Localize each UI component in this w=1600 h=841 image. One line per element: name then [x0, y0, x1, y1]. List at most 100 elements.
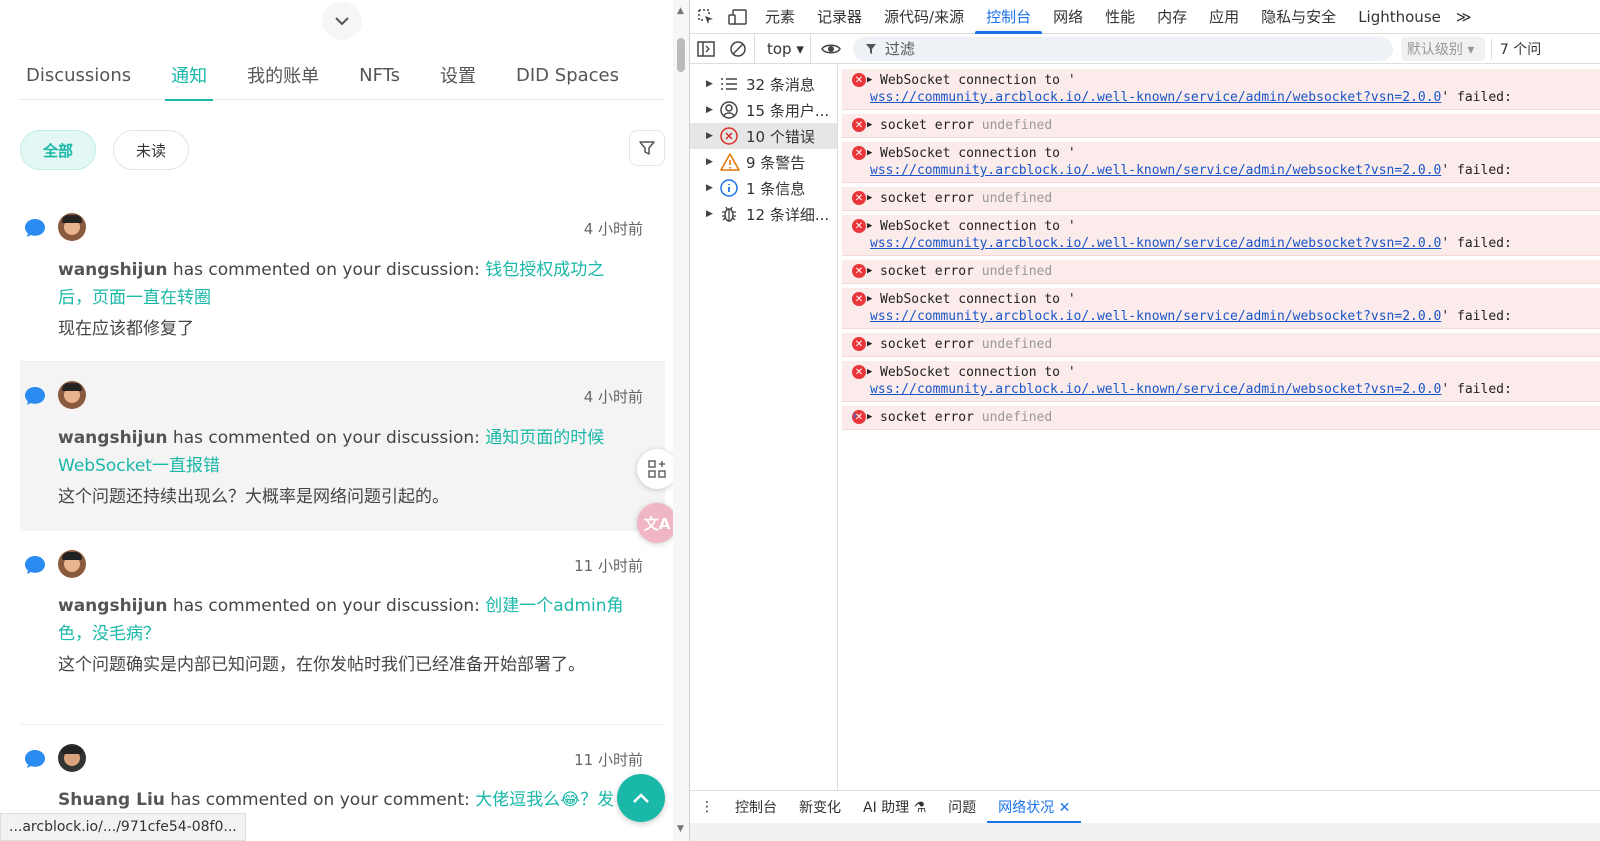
user-icon [720, 101, 738, 119]
comment-text: 现在应该都修复了 [58, 319, 194, 339]
console-filter-input[interactable]: 过滤 [852, 36, 1393, 61]
scroll-up-arrow-icon[interactable]: ▲ [677, 6, 684, 16]
scroll-top-button[interactable] [617, 774, 665, 822]
sidebar-item-messages[interactable]: ▶ 32 条消息 [690, 71, 837, 97]
tab-notifications[interactable]: 通知 [165, 50, 214, 101]
clear-console-button[interactable] [722, 34, 754, 64]
tab-network[interactable]: 网络 [1042, 0, 1094, 34]
user-name[interactable]: wangshijun [58, 596, 168, 616]
apps-button[interactable] [637, 449, 677, 489]
tab-lighthouse[interactable]: Lighthouse [1347, 0, 1452, 34]
expand-arrow-icon[interactable]: ▶ [867, 291, 872, 308]
device-toggle-button[interactable] [722, 0, 754, 34]
collapse-button[interactable] [322, 2, 362, 40]
sidebar-item-info[interactable]: ▶ 1 条信息 [690, 175, 837, 201]
tab-discussions[interactable]: Discussions [20, 50, 137, 100]
filter-unread-button[interactable]: 未读 [113, 130, 189, 170]
drawer-tab-console[interactable]: 控制台 [724, 791, 788, 824]
expand-arrow-icon[interactable]: ▶ [867, 117, 872, 134]
translate-button[interactable]: 文A [637, 503, 677, 543]
clear-icon [730, 40, 746, 57]
tab-settings[interactable]: 设置 [434, 50, 482, 100]
scroll-down-arrow-icon[interactable]: ▼ [677, 824, 684, 834]
ws-url-link[interactable]: wss://community.arcblock.io/.well-known/… [870, 236, 1441, 251]
drawer-tab-network-conditions[interactable]: 网络状况 ✕ [987, 791, 1082, 824]
sidebar-item-verbose[interactable]: ▶ 12 条详细... [690, 201, 837, 227]
expand-arrow-icon[interactable]: ▶ [706, 183, 720, 193]
console-error-message[interactable]: ✕ ▶ socket error undefined [842, 114, 1600, 138]
expand-arrow-icon[interactable]: ▶ [867, 190, 872, 207]
console-error-message[interactable]: ✕ ▶ socket error undefined [842, 187, 1600, 211]
expand-arrow-icon[interactable]: ▶ [706, 209, 720, 219]
console-error-message[interactable]: ✕ ▶ WebSocket connection to ' wss://comm… [842, 142, 1600, 183]
notification-item[interactable]: 11 小时前 wangshijun has commented on your … [20, 531, 665, 725]
expand-arrow-icon[interactable]: ▶ [867, 409, 872, 426]
ws-url-link[interactable]: wss://community.arcblock.io/.well-known/… [870, 309, 1441, 324]
drawer-tabs: ⋮ 控制台 新变化 AI 助理 ⚗ 问题 网络状况 ✕ [690, 790, 1600, 824]
console-error-message[interactable]: ✕ ▶ WebSocket connection to ' wss://comm… [842, 361, 1600, 402]
tab-sources[interactable]: 源代码/来源 [873, 0, 975, 34]
console-error-message[interactable]: ✕ ▶ WebSocket connection to ' wss://comm… [842, 215, 1600, 256]
scrollbar-thumb[interactable] [677, 38, 685, 72]
console-error-message[interactable]: ✕ ▶ socket error undefined [842, 333, 1600, 357]
ws-url-link[interactable]: wss://community.arcblock.io/.well-known/… [870, 90, 1441, 105]
tab-nfts[interactable]: NFTs [353, 50, 406, 100]
user-name[interactable]: Shuang Liu [58, 790, 165, 810]
drawer-menu-icon[interactable]: ⋮ [690, 791, 724, 824]
expand-arrow-icon[interactable]: ▶ [867, 364, 872, 381]
console-error-message[interactable]: ✕ ▶ WebSocket connection to ' wss://comm… [842, 288, 1600, 329]
context-selector[interactable]: top ▾ [754, 33, 811, 64]
avatar [58, 744, 86, 772]
tab-privacy-security[interactable]: 隐私与安全 [1250, 0, 1347, 34]
more-tabs-icon[interactable]: ≫ [1452, 0, 1476, 34]
discussion-link[interactable]: 大佬逗我么😂？发 [475, 790, 614, 810]
issues-counter[interactable]: 7 个问 [1490, 38, 1541, 59]
tab-console[interactable]: 控制台 [975, 0, 1043, 34]
notification-text: wangshijun has commented on your discuss… [58, 592, 628, 648]
drawer-tab-issues[interactable]: 问题 [937, 791, 987, 824]
ws-url-link[interactable]: wss://community.arcblock.io/.well-known/… [870, 163, 1441, 178]
filter-button[interactable] [629, 130, 665, 166]
tab-elements[interactable]: 元素 [754, 0, 806, 34]
drawer-tab-ai-assistant[interactable]: AI 助理 ⚗ [852, 791, 937, 824]
notification-item[interactable]: 4 小时前 wangshijun has commented on your d… [20, 200, 665, 362]
console-error-message[interactable]: ✕ ▶ socket error undefined [842, 260, 1600, 284]
sidebar-label: 32 条消息 [746, 75, 815, 94]
sidebar-item-errors[interactable]: ▶ 10 个错误 [690, 123, 837, 149]
console-error-message[interactable]: ✕ ▶ socket error undefined [842, 406, 1600, 430]
ws-url-link[interactable]: wss://community.arcblock.io/.well-known/… [870, 382, 1441, 397]
expand-arrow-icon[interactable]: ▶ [867, 218, 872, 235]
drawer-tab-whats-new[interactable]: 新变化 [788, 791, 852, 824]
tab-billing[interactable]: 我的账单 [241, 50, 325, 100]
tab-application[interactable]: 应用 [1198, 0, 1250, 34]
user-name[interactable]: wangshijun [58, 260, 168, 280]
action-text: has commented on your discussion: [167, 260, 486, 280]
expand-arrow-icon[interactable]: ▶ [706, 157, 720, 167]
expand-arrow-icon[interactable]: ▶ [706, 79, 720, 89]
tab-did-spaces[interactable]: DID Spaces [510, 50, 625, 100]
log-level-select[interactable]: 默认级别 ▾ [1400, 36, 1485, 61]
sidebar-label: 1 条信息 [746, 179, 806, 198]
expand-arrow-icon[interactable]: ▶ [867, 263, 872, 280]
tab-recorder[interactable]: 记录器 [806, 0, 873, 34]
ws-error-text: WebSocket connection to ' [880, 73, 1076, 88]
expand-arrow-icon[interactable]: ▶ [706, 131, 720, 141]
tab-memory[interactable]: 内存 [1146, 0, 1198, 34]
expand-arrow-icon[interactable]: ▶ [706, 105, 720, 115]
tab-performance[interactable]: 性能 [1094, 0, 1146, 34]
sidebar-toggle-button[interactable] [690, 34, 722, 64]
expand-arrow-icon[interactable]: ▶ [867, 336, 872, 353]
nav-tabs: Discussions 通知 我的账单 NFTs 设置 DID Spaces [20, 50, 665, 101]
live-expression-button[interactable] [815, 34, 847, 64]
sidebar-item-user-messages[interactable]: ▶ 15 条用户... [690, 97, 837, 123]
sidebar-item-warnings[interactable]: ▶ 9 条警告 [690, 149, 837, 175]
notification-item[interactable]: 4 小时前 wangshijun has commented on your d… [20, 362, 665, 531]
scrollbar[interactable]: ▲ ▼ [673, 0, 689, 841]
expand-arrow-icon[interactable]: ▶ [867, 145, 872, 162]
user-name[interactable]: wangshijun [58, 428, 168, 448]
filter-all-button[interactable]: 全部 [20, 130, 96, 170]
expand-arrow-icon[interactable]: ▶ [867, 72, 872, 89]
console-prompt[interactable]: › [852, 408, 858, 424]
console-error-message[interactable]: ✕ ▶ WebSocket connection to ' wss://comm… [842, 69, 1600, 110]
inspect-button[interactable] [690, 0, 722, 34]
